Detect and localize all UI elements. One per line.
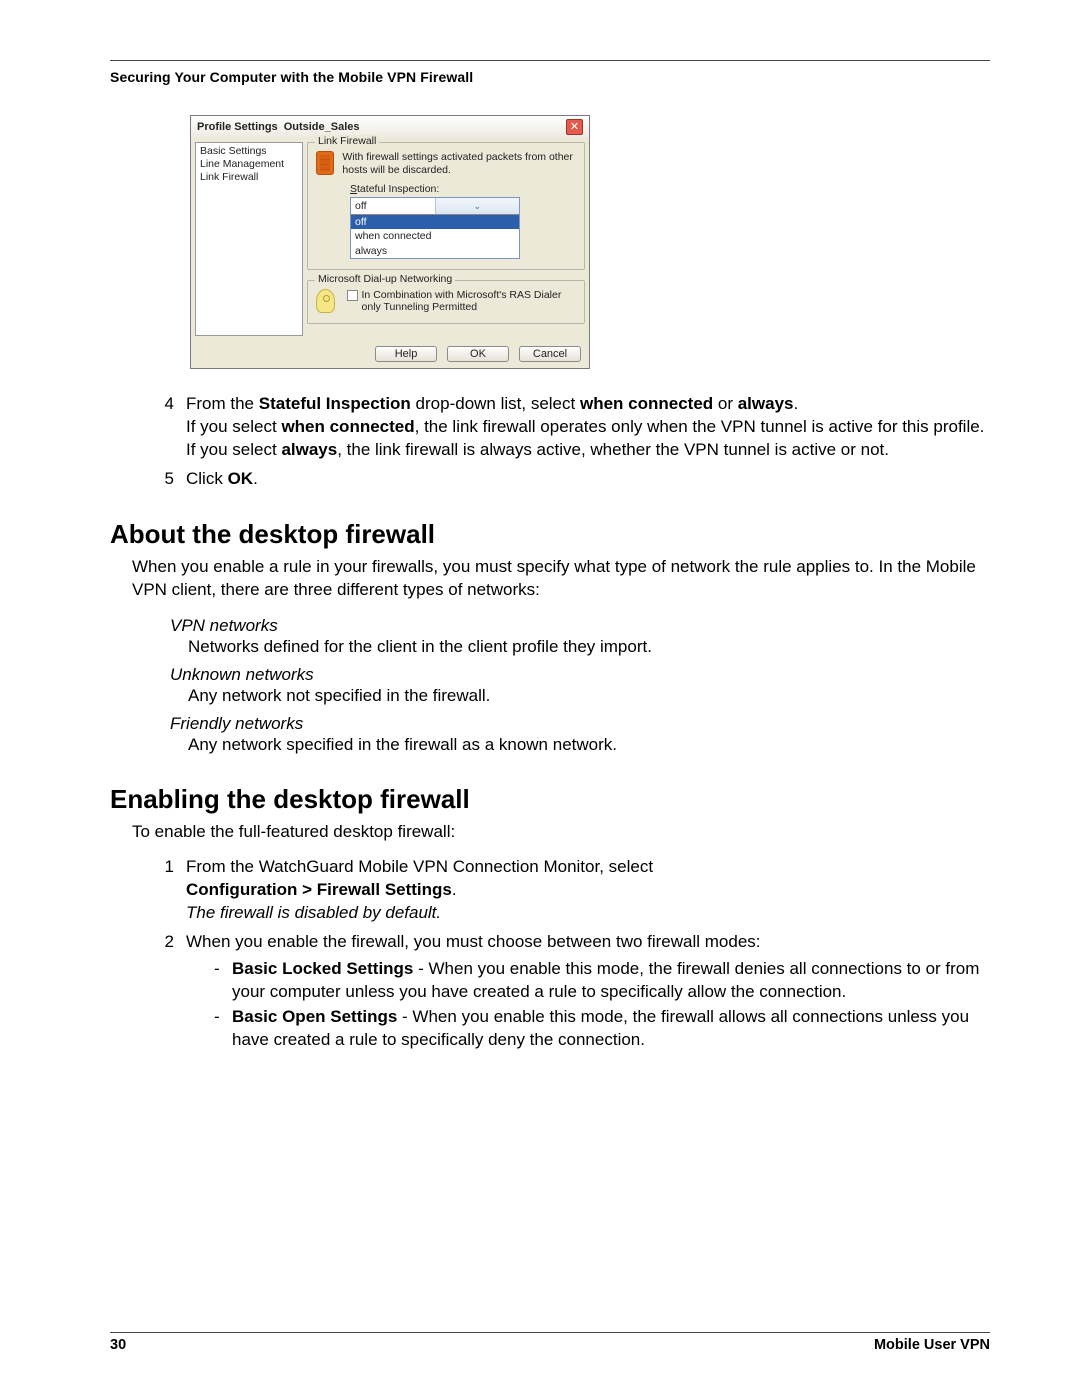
step-number-5: 5 bbox=[160, 468, 174, 491]
bullet-dash: - bbox=[214, 958, 222, 1004]
enable-intro: To enable the full-featured desktop fire… bbox=[132, 821, 990, 844]
stateful-inspection-dropdown[interactable]: off ⌄ off when connected always bbox=[350, 197, 520, 259]
group-title-link-firewall: Link Firewall bbox=[315, 135, 379, 147]
link-firewall-group: Link Firewall With firewall settings act… bbox=[307, 142, 585, 270]
term-vpn-networks: VPN networks bbox=[170, 616, 990, 636]
key-icon bbox=[316, 289, 335, 313]
enable-step-number-1: 1 bbox=[160, 856, 174, 925]
dropdown-option-when-connected[interactable]: when connected bbox=[351, 229, 519, 243]
enable-step-number-2: 2 bbox=[160, 931, 174, 1052]
step-number-4: 4 bbox=[160, 393, 174, 462]
heading-enabling-desktop-firewall: Enabling the desktop firewall bbox=[110, 784, 990, 815]
enable-step-2-text: When you enable the firewall, you must c… bbox=[186, 931, 990, 1052]
bullet-dash: - bbox=[214, 1006, 222, 1052]
running-header: Securing Your Computer with the Mobile V… bbox=[110, 69, 990, 85]
term-unknown-networks: Unknown networks bbox=[170, 665, 990, 685]
dropdown-option-off[interactable]: off bbox=[351, 215, 519, 229]
stateful-inspection-label: Stateful Inspection: bbox=[350, 183, 576, 195]
dialog-titlebar: Profile Settings Outside_Sales ✕ bbox=[191, 116, 589, 138]
ras-tunneling-label: In Combination with Microsoft's RAS Dial… bbox=[362, 289, 576, 313]
close-icon[interactable]: ✕ bbox=[566, 119, 583, 135]
def-unknown-networks: Any network not specified in the firewal… bbox=[188, 685, 990, 708]
firewall-default-note: The firewall is disabled by default. bbox=[186, 903, 441, 922]
dropdown-options[interactable]: off when connected always bbox=[351, 214, 519, 258]
step-4-text: From the Stateful Inspection drop-down l… bbox=[186, 393, 990, 462]
mode-basic-open: Basic Open Settings - When you enable th… bbox=[232, 1006, 990, 1052]
ok-button[interactable]: OK bbox=[447, 346, 509, 362]
sidebar-item-line-management[interactable]: Line Management bbox=[200, 158, 298, 171]
def-friendly-networks: Any network specified in the firewall as… bbox=[188, 734, 990, 757]
heading-about-desktop-firewall: About the desktop firewall bbox=[110, 519, 990, 550]
sidebar-item-link-firewall[interactable]: Link Firewall bbox=[200, 171, 298, 184]
ras-tunneling-checkbox[interactable] bbox=[347, 290, 358, 301]
enable-step-1-text: From the WatchGuard Mobile VPN Connectio… bbox=[186, 856, 990, 925]
chevron-down-icon[interactable]: ⌄ bbox=[435, 198, 520, 214]
settings-category-list[interactable]: Basic Settings Line Management Link Fire… bbox=[195, 142, 303, 336]
dropdown-selected-value: off bbox=[351, 199, 435, 213]
cancel-button[interactable]: Cancel bbox=[519, 346, 581, 362]
page-number: 30 bbox=[110, 1337, 126, 1353]
about-intro: When you enable a rule in your firewalls… bbox=[132, 556, 990, 602]
help-button[interactable]: Help bbox=[375, 346, 437, 362]
firewall-description: With firewall settings activated packets… bbox=[342, 151, 576, 177]
mode-basic-locked: Basic Locked Settings - When you enable … bbox=[232, 958, 990, 1004]
profile-settings-dialog: Profile Settings Outside_Sales ✕ Basic S… bbox=[190, 115, 590, 369]
group-title-ms-dialup: Microsoft Dial-up Networking bbox=[315, 273, 455, 285]
firewall-icon bbox=[316, 151, 334, 175]
dropdown-option-always[interactable]: always bbox=[351, 244, 519, 258]
def-vpn-networks: Networks defined for the client in the c… bbox=[188, 636, 990, 659]
dialog-title-profile-name: Outside_Sales bbox=[284, 121, 360, 133]
document-title: Mobile User VPN bbox=[874, 1337, 990, 1353]
ms-dialup-group: Microsoft Dial-up Networking In Combinat… bbox=[307, 280, 585, 324]
step-5-text: Click OK. bbox=[186, 468, 990, 491]
dialog-title-left: Profile Settings bbox=[197, 121, 278, 133]
term-friendly-networks: Friendly networks bbox=[170, 714, 990, 734]
sidebar-item-basic-settings[interactable]: Basic Settings bbox=[200, 145, 298, 158]
